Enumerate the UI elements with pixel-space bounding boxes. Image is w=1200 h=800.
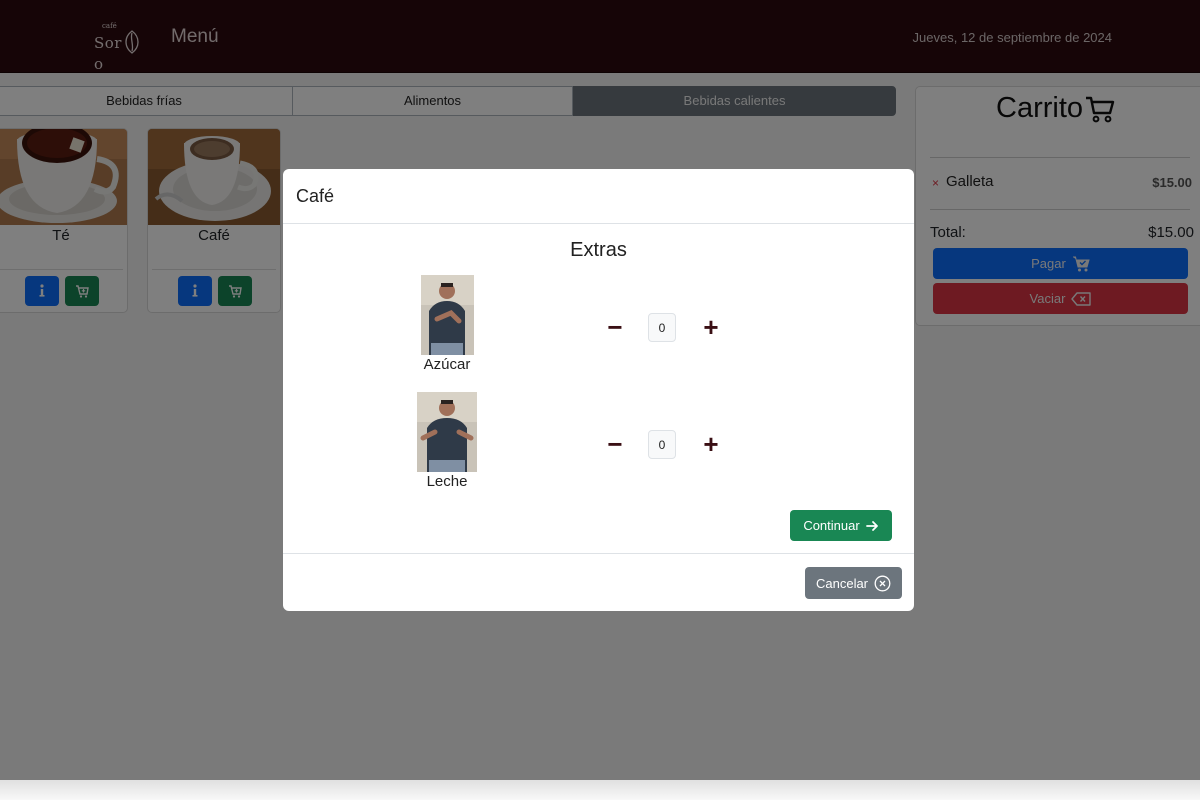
extras-heading: Extras: [570, 239, 627, 261]
extras-modal: Café Extras Azúcar − 0 + Leche − 0 + Con…: [283, 169, 914, 611]
x-circle-icon: [874, 575, 891, 591]
cancel-button[interactable]: Cancelar: [805, 567, 902, 599]
increment-button[interactable]: +: [696, 312, 726, 342]
extra-name: Leche: [426, 473, 468, 490]
quantity-field[interactable]: 0: [648, 430, 676, 459]
continue-label: Continuar: [803, 518, 860, 533]
continue-button[interactable]: Continuar: [790, 510, 892, 541]
azucar-sign-photo: [421, 275, 474, 355]
increment-button[interactable]: +: [696, 429, 726, 459]
cancel-label: Cancelar: [815, 575, 869, 591]
extra-name: Azúcar: [423, 356, 471, 373]
quantity-field[interactable]: 0: [648, 313, 676, 342]
arrow-right-icon: [865, 520, 878, 531]
decrement-button[interactable]: −: [600, 312, 630, 342]
bottom-edge: [0, 780, 1200, 800]
modal-footer-divider: [283, 553, 914, 554]
modal-header-divider: [283, 223, 914, 224]
leche-sign-photo: [417, 392, 477, 472]
decrement-button[interactable]: −: [600, 429, 630, 459]
modal-title: Café: [296, 186, 335, 206]
